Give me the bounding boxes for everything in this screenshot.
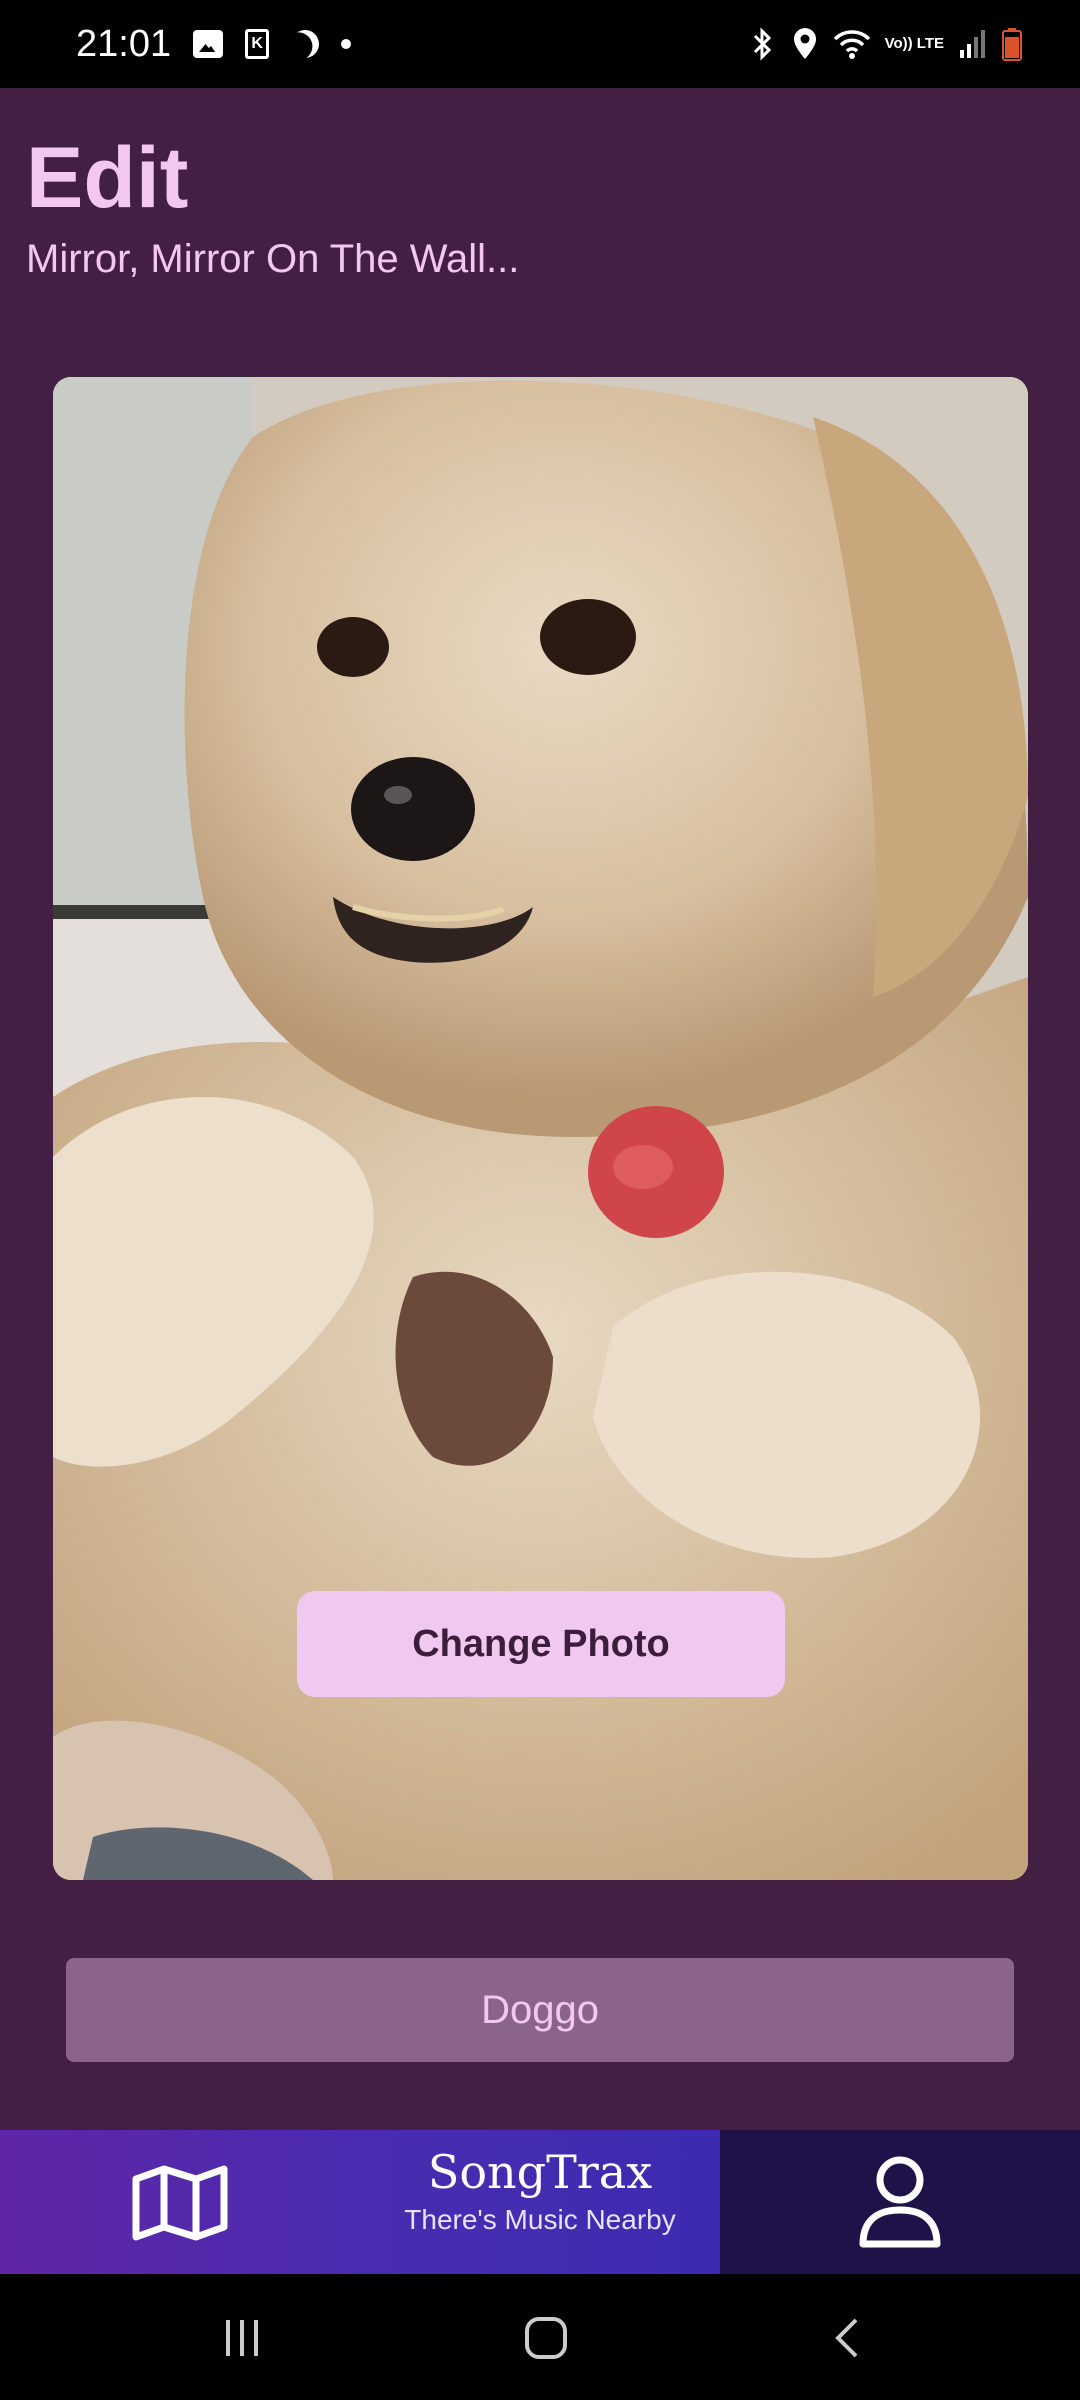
brand: SongTrax There's Music Nearby [360, 2144, 720, 2240]
nav-right-panel [720, 2130, 1080, 2274]
k-app-icon: K [245, 29, 270, 59]
map-icon [132, 2165, 228, 2241]
battery-icon [1002, 28, 1022, 61]
back-icon [835, 2318, 858, 2358]
page-subtitle: Mirror, Mirror On The Wall... [26, 237, 520, 281]
moon-icon [287, 26, 323, 62]
profile-photo: Change Photo [53, 377, 1028, 1880]
change-photo-button[interactable]: Change Photo [297, 1591, 785, 1697]
bluetooth-icon [753, 27, 771, 61]
brand-tagline: There's Music Nearby [404, 2204, 676, 2235]
system-nav-bar [0, 2274, 1080, 2400]
location-icon [793, 28, 816, 59]
status-bar: 21:01 K Vo)) LTE [0, 0, 1080, 88]
recent-apps-icon [226, 2320, 258, 2356]
user-profile-icon [859, 2156, 941, 2248]
recent-apps-button[interactable] [212, 2308, 272, 2368]
home-button[interactable] [516, 2308, 576, 2368]
dot-icon [341, 39, 352, 49]
profile-button[interactable] [854, 2150, 946, 2254]
status-left: 21:01 K [76, 22, 352, 66]
back-button[interactable] [818, 2308, 878, 2368]
pet-name-field[interactable]: Doggo [66, 1958, 1014, 2062]
brand-name: SongTrax [427, 2145, 653, 2199]
status-time: 21:01 [76, 22, 172, 65]
image-icon [193, 30, 224, 58]
nav-left-panel: SongTrax There's Music Nearby [0, 2130, 720, 2274]
wifi-icon [833, 30, 870, 59]
home-icon [525, 2317, 567, 2359]
bottom-nav: SongTrax There's Music Nearby [0, 2130, 1080, 2274]
status-right: Vo)) LTE [749, 27, 1022, 61]
volte-icon: Vo)) LTE [884, 35, 944, 52]
signal-icon [960, 30, 985, 58]
page-title: Edit [26, 130, 189, 226]
map-button[interactable] [128, 2158, 232, 2248]
